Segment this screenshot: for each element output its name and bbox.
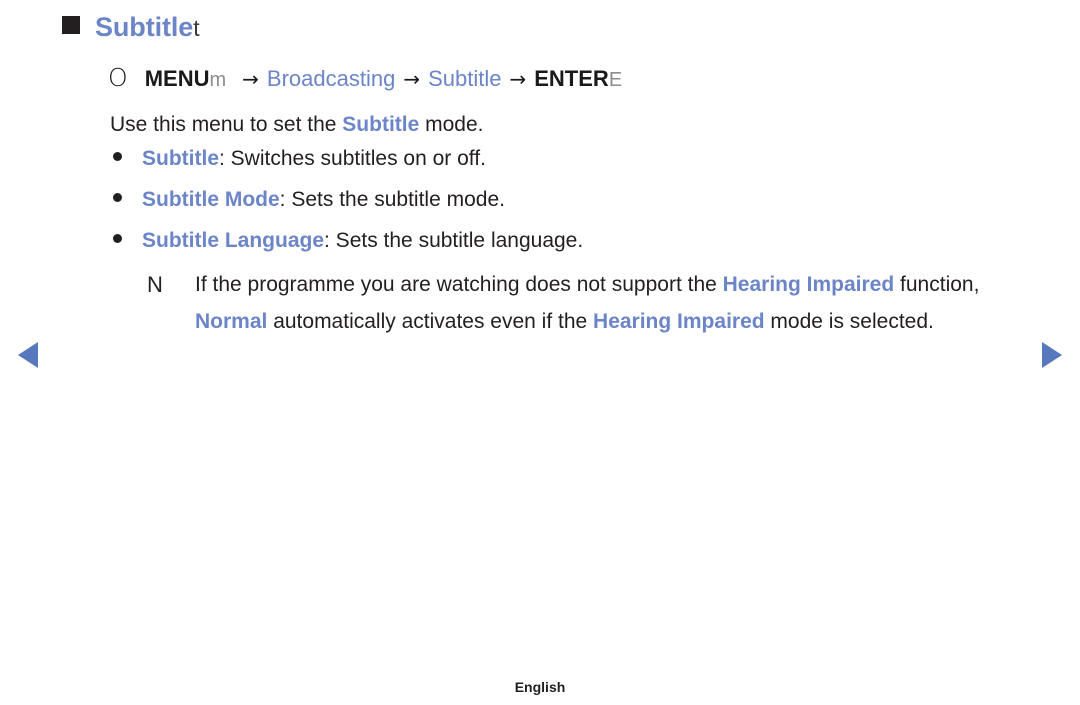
note-seg-3: function, bbox=[894, 273, 980, 296]
note-seg-7: mode is selected. bbox=[764, 310, 934, 334]
page-heading: Subtitlet bbox=[62, 14, 200, 41]
note-text: If the programme you are watching does n… bbox=[195, 266, 997, 341]
intro-sentence: Use this menu to set the Subtitle mode. bbox=[110, 111, 484, 138]
dot-bullet-icon bbox=[113, 152, 122, 161]
list-item-term: Subtitle bbox=[142, 147, 219, 170]
note-seg-1: If the programme you are watching does n… bbox=[195, 273, 723, 296]
menu-step-subtitle: Subtitle bbox=[428, 66, 502, 91]
dot-bullet-icon bbox=[113, 193, 122, 202]
enter-button-label: ENTER bbox=[534, 66, 609, 91]
page-title-text: Subtitle bbox=[95, 12, 194, 42]
note-term-hearing-impaired-1: Hearing Impaired bbox=[722, 273, 895, 296]
list-item: Subtitle Language: Sets the subtitle lan… bbox=[113, 230, 1013, 251]
enter-key-glyph: E bbox=[608, 69, 623, 91]
intro-after: mode. bbox=[419, 113, 484, 136]
note-seg-5: automatically activates even if the bbox=[267, 310, 594, 334]
menu-path: O MENUm → Broadcasting → Subtitle → ENTERE bbox=[108, 62, 622, 93]
dot-bullet-icon bbox=[113, 234, 122, 243]
page-title: Subtitlet bbox=[95, 14, 200, 41]
list-item-text: Subtitle Mode: Sets the subtitle mode. bbox=[142, 189, 505, 210]
list-item: Subtitle: Switches subtitles on or off. bbox=[113, 148, 1013, 169]
intro-highlight: Subtitle bbox=[342, 113, 420, 136]
note-term-hearing-impaired-2: Hearing Impaired bbox=[593, 310, 765, 334]
arrow-right-icon-3: → bbox=[509, 67, 527, 91]
footer-language-label: English bbox=[514, 679, 566, 695]
note-marker-icon: N bbox=[147, 272, 163, 297]
previous-page-arrow[interactable] bbox=[18, 342, 38, 368]
menu-button-label: MENU bbox=[144, 66, 210, 91]
note-block: N If the programme you are watching does… bbox=[147, 266, 997, 341]
list-item-term: Subtitle Mode bbox=[142, 188, 280, 211]
list-item-description: : Switches subtitles on or off. bbox=[219, 147, 486, 170]
menu-key-glyph: m bbox=[209, 69, 227, 91]
note-term-normal: Normal bbox=[195, 310, 268, 334]
arrow-right-icon-1: → bbox=[242, 67, 259, 91]
list-item-text: Subtitle: Switches subtitles on or off. bbox=[142, 148, 486, 169]
feature-list: Subtitle: Switches subtitles on or off. … bbox=[113, 148, 1013, 271]
list-item: Subtitle Mode: Sets the subtitle mode. bbox=[113, 189, 1013, 210]
circle-glyph-icon: O bbox=[108, 63, 128, 92]
intro-before: Use this menu to set the bbox=[110, 113, 343, 136]
title-key-glyph: t bbox=[193, 15, 200, 41]
arrow-right-icon-2: → bbox=[403, 67, 421, 91]
menu-step-broadcasting: Broadcasting bbox=[266, 66, 396, 91]
menu-path-line: MENUm → Broadcasting → Subtitle → ENTERE bbox=[145, 65, 622, 93]
next-page-arrow[interactable] bbox=[1042, 342, 1062, 368]
list-item-term: Subtitle Language bbox=[142, 229, 325, 252]
list-item-description: : Sets the subtitle mode. bbox=[279, 188, 505, 211]
list-item-text: Subtitle Language: Sets the subtitle lan… bbox=[142, 230, 583, 251]
list-item-description: : Sets the subtitle language. bbox=[324, 229, 584, 252]
manual-page: Subtitlet O MENUm → Broadcasting → Subtitle →… bbox=[0, 0, 1080, 705]
square-bullet-icon bbox=[62, 16, 80, 34]
